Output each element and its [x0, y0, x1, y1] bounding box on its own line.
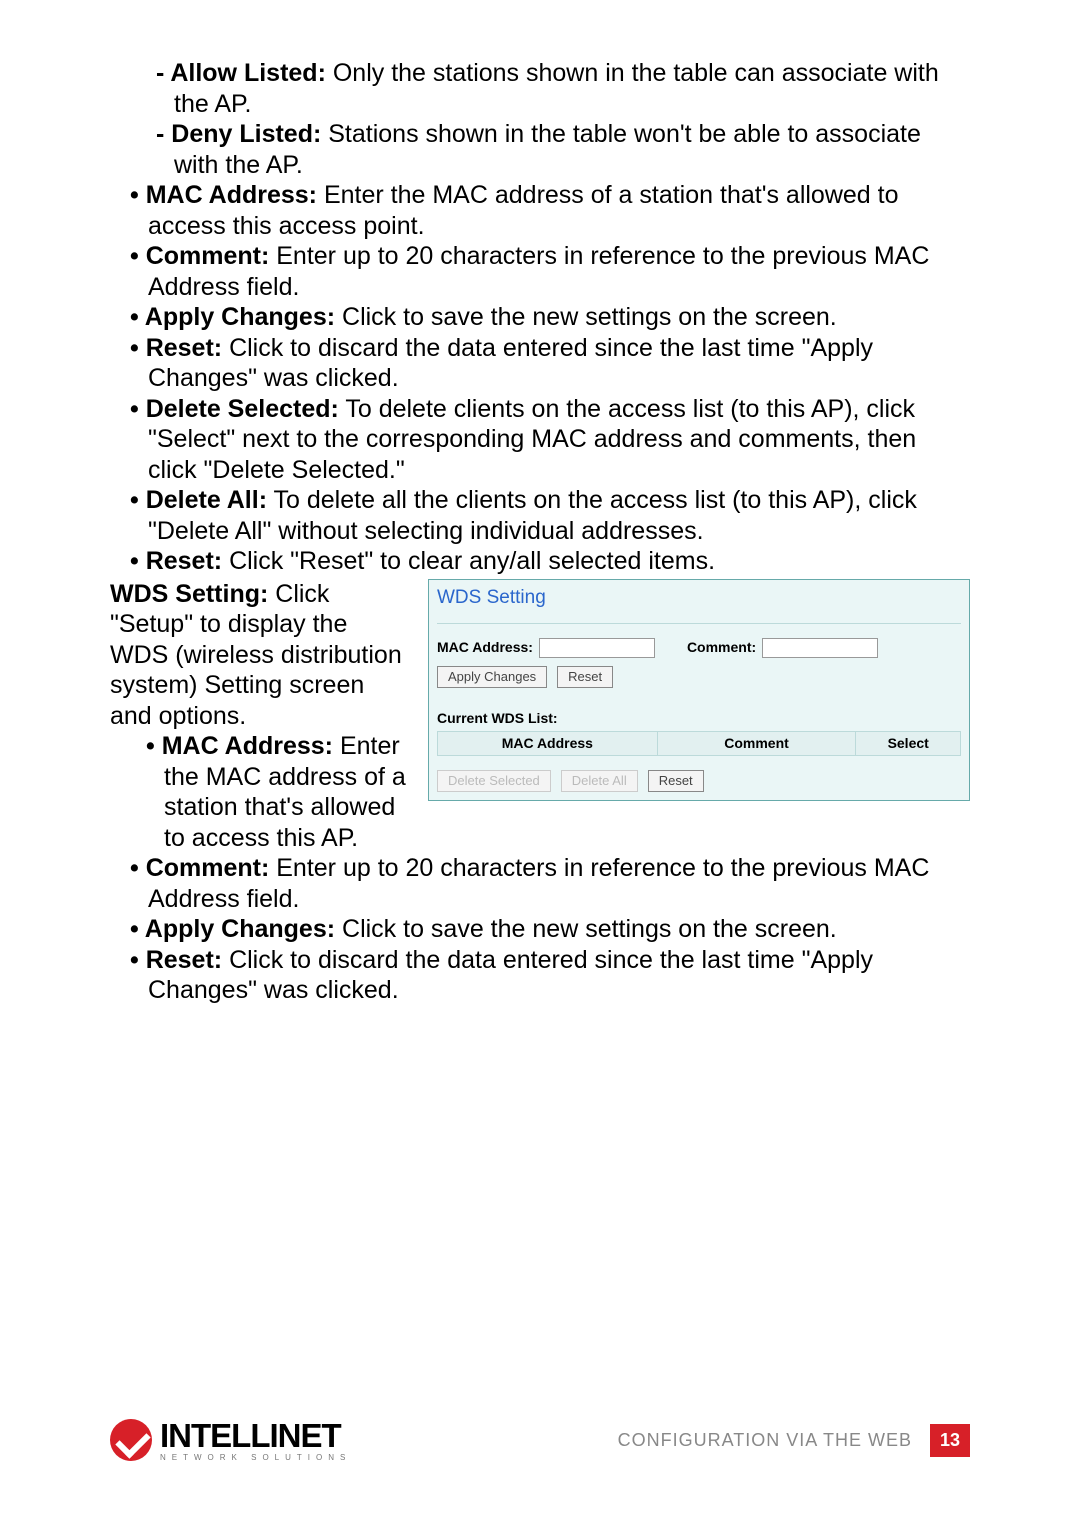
- delete-all-button[interactable]: Delete All: [561, 770, 638, 792]
- mac-field-label: MAC Address:: [437, 639, 533, 656]
- deny-listed-label: - Deny Listed:: [156, 120, 321, 148]
- manual-page: - Allow Listed: Only the stations shown …: [0, 0, 1080, 1522]
- footer-section-label: CONFIGURATION VIA THE WEB: [618, 1430, 912, 1451]
- reset2-label: • Reset:: [130, 547, 222, 575]
- delete-selected-label: • Delete Selected:: [130, 395, 339, 423]
- page-number-badge: 13: [930, 1424, 970, 1457]
- brand-logo: INTELLINET NETWORK SOLUTIONS: [110, 1419, 351, 1462]
- wds-table: MAC Address Comment Select: [437, 731, 961, 756]
- reset-button[interactable]: Reset: [557, 666, 613, 688]
- logo-checkmark-icon: [110, 1419, 152, 1461]
- allow-listed-label: - Allow Listed:: [156, 59, 326, 87]
- after-reset-text: Click to discard the data entered since …: [148, 946, 873, 1005]
- comment-field-label: Comment:: [687, 639, 756, 656]
- panel-divider: [437, 623, 961, 624]
- wds-section: WDS Setting: Click "Setup" to display th…: [110, 579, 970, 854]
- mac-address-input[interactable]: [539, 638, 655, 658]
- wds-th-mac: MAC Address: [438, 731, 658, 755]
- reset-label: • Reset:: [130, 334, 222, 362]
- body-text: - Allow Listed: Only the stations shown …: [110, 58, 970, 1006]
- after-reset-label: • Reset:: [130, 946, 222, 974]
- after-comment-label: • Comment:: [130, 854, 269, 882]
- wds-mac-label: • MAC Address:: [146, 732, 333, 760]
- mac-address-label: • MAC Address:: [130, 181, 317, 209]
- brand-subtitle: NETWORK SOLUTIONS: [160, 1454, 351, 1462]
- apply-changes-text: Click to save the new settings on the sc…: [335, 303, 837, 331]
- wds-text-col: WDS Setting: Click "Setup" to display th…: [110, 579, 410, 854]
- delete-selected-button[interactable]: Delete Selected: [437, 770, 551, 792]
- current-wds-list-label: Current WDS List:: [437, 710, 961, 727]
- wds-setting-label: WDS Setting:: [110, 580, 268, 608]
- after-apply-label: • Apply Changes:: [130, 915, 335, 943]
- page-footer: INTELLINET NETWORK SOLUTIONS CONFIGURATI…: [110, 1419, 970, 1462]
- brand-name: INTELLINET: [160, 1419, 351, 1452]
- reset-text: Click to discard the data entered since …: [148, 334, 873, 393]
- apply-changes-button[interactable]: Apply Changes: [437, 666, 547, 688]
- wds-th-select: Select: [856, 731, 961, 755]
- wds-setting-panel: WDS Setting MAC Address: Comment: Apply …: [428, 579, 970, 801]
- comment-input[interactable]: [762, 638, 878, 658]
- delete-all-label: • Delete All:: [130, 486, 267, 514]
- reset-list-button[interactable]: Reset: [648, 770, 704, 792]
- reset2-text: Click "Reset" to clear any/all selected …: [222, 547, 715, 575]
- wds-th-comment: Comment: [657, 731, 856, 755]
- comment-label: • Comment:: [130, 242, 269, 270]
- wds-panel-title: WDS Setting: [437, 586, 961, 609]
- after-apply-text: Click to save the new settings on the sc…: [335, 915, 837, 943]
- wds-form-row: MAC Address: Comment:: [437, 638, 961, 658]
- apply-changes-label: • Apply Changes:: [130, 303, 335, 331]
